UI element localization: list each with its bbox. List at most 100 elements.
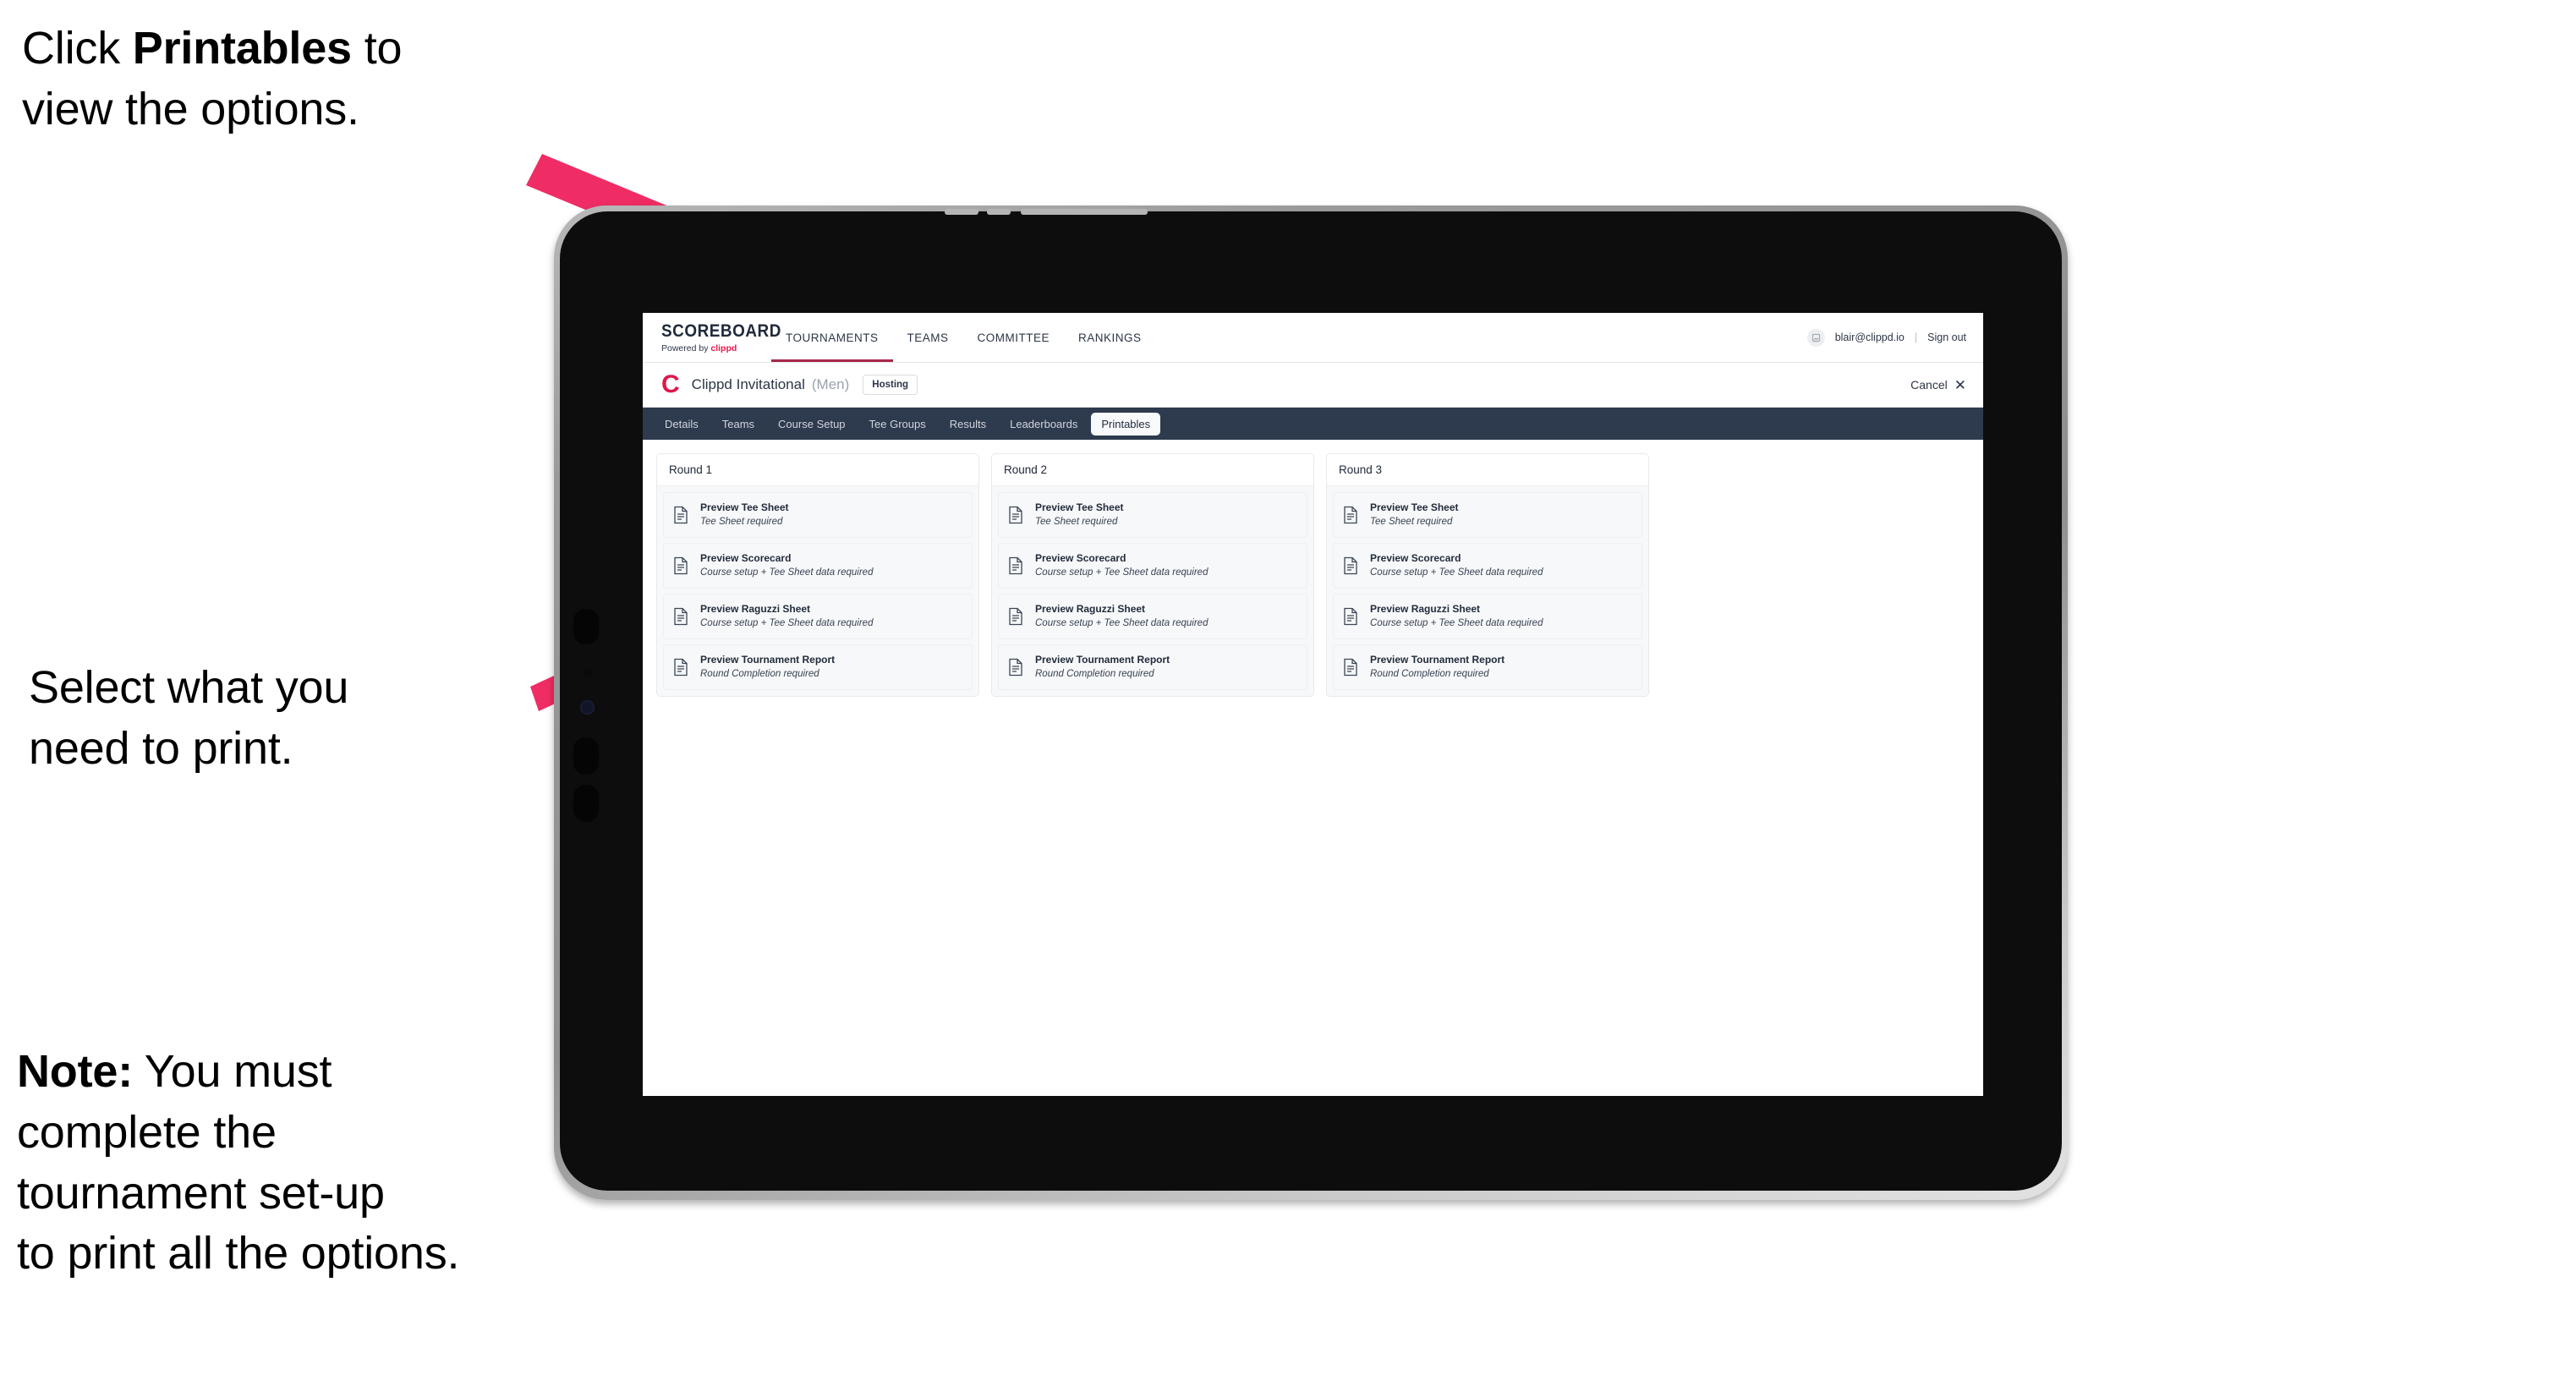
annotation-click-bold: Printables — [132, 23, 352, 74]
printable-subtitle: Course setup + Tee Sheet data required — [700, 617, 874, 628]
document-icon — [1009, 506, 1022, 524]
printable-item-tournament-report-r2[interactable]: Preview Tournament Report Round Completi… — [998, 644, 1307, 691]
tab-details-label: Details — [665, 417, 699, 430]
document-icon — [1344, 607, 1357, 626]
tablet-top-port-mid — [987, 209, 1011, 215]
tournament-tab-strip: Details Teams Course Setup Tee Groups Re… — [643, 408, 1983, 440]
tab-teams[interactable]: Teams — [712, 413, 765, 436]
nav-item-tournaments[interactable]: TOURNAMENTS — [771, 313, 893, 362]
nav-item-teams[interactable]: TEAMS — [893, 313, 963, 362]
nav-item-teams-label: TEAMS — [907, 331, 949, 344]
document-icon — [1344, 658, 1357, 677]
printable-title: Preview Scorecard — [700, 552, 792, 565]
cancel-button-label: Cancel — [1910, 378, 1948, 392]
printable-title: Preview Scorecard — [1035, 552, 1126, 565]
tournament-subheader: C Clippd Invitational (Men) Hosting Canc… — [643, 363, 1983, 408]
tablet-microphone-dot — [583, 668, 592, 677]
tab-teams-label: Teams — [721, 417, 755, 430]
printable-title: Preview Scorecard — [1370, 552, 1461, 565]
tablet-button-top[interactable] — [573, 609, 599, 644]
scoreboard-logo[interactable]: SCOREBOARD Powered by clippd — [643, 313, 781, 362]
avatar-glyph — [1811, 333, 1820, 342]
printable-item-raguzzi-sheet-r1[interactable]: Preview Raguzzi Sheet Course setup + Tee… — [663, 594, 973, 640]
printable-subtitle: Round Completion required — [700, 668, 819, 679]
document-icon — [674, 607, 688, 626]
scoreboard-logo-subtitle: Powered by clippd — [661, 343, 771, 353]
tab-leaderboards-label: Leaderboards — [1010, 417, 1078, 430]
document-icon — [1009, 556, 1022, 575]
printable-item-tee-sheet-r2[interactable]: Preview Tee Sheet Tee Sheet required — [998, 492, 1307, 539]
printable-item-tee-sheet-r1[interactable]: Preview Tee Sheet Tee Sheet required — [663, 492, 973, 539]
nav-item-rankings[interactable]: RANKINGS — [1064, 313, 1156, 362]
printable-title: Preview Raguzzi Sheet — [1035, 603, 1146, 616]
printable-item-scorecard-r3[interactable]: Preview Scorecard Course setup + Tee She… — [1333, 543, 1642, 589]
tab-course-setup[interactable]: Course Setup — [768, 413, 856, 436]
tab-tee-groups[interactable]: Tee Groups — [859, 413, 936, 436]
printable-subtitle: Course setup + Tee Sheet data required — [1035, 567, 1209, 578]
tab-results-label: Results — [949, 417, 987, 430]
tab-course-setup-label: Course Setup — [778, 417, 846, 430]
printable-subtitle: Course setup + Tee Sheet data required — [1035, 617, 1209, 628]
tablet-top-speaker — [1021, 209, 1148, 215]
round-card-3-header: Round 3 — [1327, 454, 1648, 486]
clippd-logo-icon: C — [661, 370, 680, 398]
nav-separator: | — [1914, 331, 1918, 343]
top-navigation-right: blair@clippd.io | Sign out — [1806, 313, 1983, 362]
printable-item-raguzzi-sheet-r2[interactable]: Preview Raguzzi Sheet Course setup + Tee… — [998, 594, 1307, 640]
app-screen: SCOREBOARD Powered by clippd TOURNAMENTS… — [643, 313, 1983, 1096]
nav-item-committee[interactable]: COMMITTEE — [963, 313, 1065, 362]
round-card-2: Round 2 Preview Tee Sheet Tee Sheet requ… — [991, 453, 1314, 698]
nav-item-committee-label: COMMITTEE — [977, 331, 1050, 344]
annotation-note-bold: Note: — [17, 1046, 133, 1097]
tab-tee-groups-label: Tee Groups — [869, 417, 926, 430]
round-card-3: Round 3 Preview Tee Sheet Tee Sheet requ… — [1326, 453, 1649, 698]
document-icon — [1344, 556, 1357, 575]
printable-title: Preview Tournament Report — [700, 654, 836, 666]
printable-item-tournament-report-r1[interactable]: Preview Tournament Report Round Completi… — [663, 644, 973, 691]
printable-title: Preview Tee Sheet — [1035, 501, 1124, 513]
printable-title: Preview Tournament Report — [1370, 654, 1505, 666]
printable-title: Preview Raguzzi Sheet — [1370, 603, 1481, 616]
document-icon — [1009, 658, 1022, 677]
sign-out-button[interactable]: Sign out — [1927, 331, 1966, 343]
cancel-button[interactable]: Cancel ✕ — [1910, 378, 1966, 392]
round-card-2-header: Round 2 — [992, 454, 1313, 486]
printable-subtitle: Tee Sheet required — [1035, 516, 1118, 527]
printable-item-tee-sheet-r3[interactable]: Preview Tee Sheet Tee Sheet required — [1333, 492, 1642, 539]
document-icon — [674, 506, 688, 524]
printable-item-raguzzi-sheet-r3[interactable]: Preview Raguzzi Sheet Course setup + Tee… — [1333, 594, 1642, 640]
round-card-1-header: Round 1 — [657, 454, 978, 486]
printable-item-tournament-report-r3[interactable]: Preview Tournament Report Round Completi… — [1333, 644, 1642, 691]
clippd-wordmark: clippd — [710, 343, 737, 353]
user-avatar-icon[interactable] — [1806, 328, 1825, 347]
tournament-name: Clippd Invitational — [691, 376, 805, 392]
round-card-1: Round 1 Preview Tee Sheet Tee Sheet requ… — [656, 453, 979, 698]
hosting-badge: Hosting — [863, 375, 918, 395]
tablet-screen-black: SCOREBOARD Powered by clippd TOURNAMENTS… — [560, 209, 2062, 1191]
printable-subtitle: Course setup + Tee Sheet data required — [1370, 567, 1543, 578]
tab-details[interactable]: Details — [655, 413, 709, 436]
tablet-button-bottom[interactable] — [573, 785, 599, 822]
printable-subtitle: Course setup + Tee Sheet data required — [700, 567, 874, 578]
printables-content: Round 1 Preview Tee Sheet Tee Sheet requ… — [643, 440, 1983, 698]
document-icon — [1344, 506, 1357, 524]
tablet-device: SCOREBOARD Powered by clippd TOURNAMENTS… — [554, 205, 2068, 1200]
round-card-1-body: Preview Tee Sheet Tee Sheet required Pre… — [657, 486, 978, 697]
printable-title: Preview Tournament Report — [1035, 654, 1170, 666]
nav-item-rankings-label: RANKINGS — [1078, 331, 1142, 344]
round-card-3-body: Preview Tee Sheet Tee Sheet required Pre… — [1327, 486, 1648, 697]
tablet-button-middle[interactable] — [573, 737, 599, 775]
printable-subtitle: Course setup + Tee Sheet data required — [1370, 617, 1543, 628]
tab-printables[interactable]: Printables — [1091, 412, 1161, 436]
printable-subtitle: Tee Sheet required — [700, 516, 783, 527]
printable-item-scorecard-r1[interactable]: Preview Scorecard Course setup + Tee She… — [663, 543, 973, 589]
tab-results[interactable]: Results — [940, 413, 996, 436]
printable-item-scorecard-r2[interactable]: Preview Scorecard Course setup + Tee She… — [998, 543, 1307, 589]
printable-title: Preview Raguzzi Sheet — [700, 603, 811, 616]
tab-leaderboards[interactable]: Leaderboards — [1000, 413, 1088, 436]
round-card-2-body: Preview Tee Sheet Tee Sheet required Pre… — [992, 486, 1313, 697]
tablet-camera-icon — [580, 700, 595, 715]
annotation-click-prefix: Click — [22, 23, 133, 74]
printable-subtitle: Round Completion required — [1370, 668, 1489, 679]
nav-item-tournaments-label: TOURNAMENTS — [786, 331, 879, 344]
